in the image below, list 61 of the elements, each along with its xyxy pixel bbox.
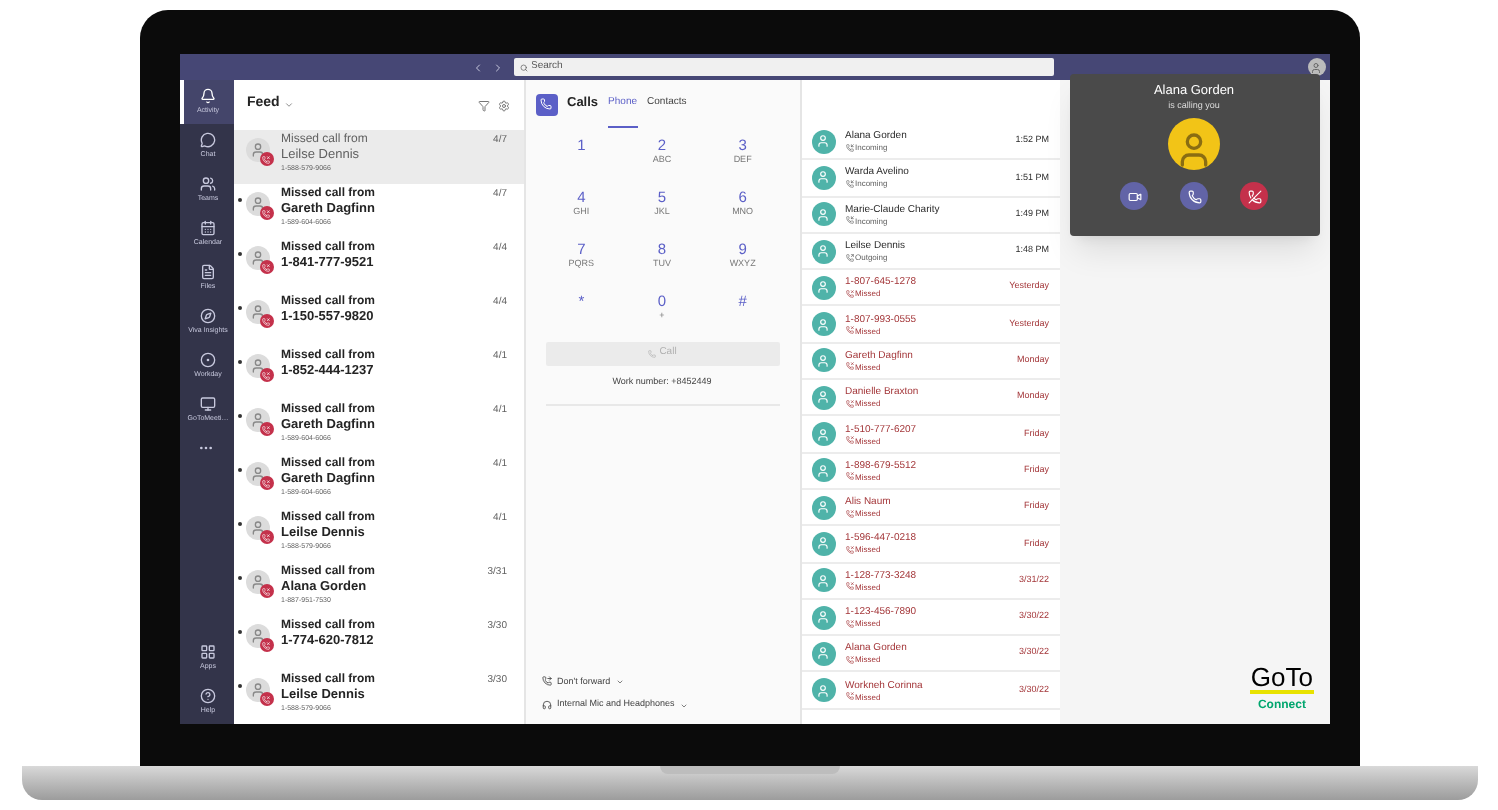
missed-call-icon bbox=[845, 509, 853, 518]
help-icon bbox=[200, 688, 216, 704]
grid-icon bbox=[200, 644, 216, 660]
missed-call-icon bbox=[845, 692, 853, 701]
person-icon bbox=[816, 244, 830, 259]
person-icon bbox=[1310, 61, 1322, 73]
person-icon bbox=[816, 536, 830, 551]
missed-call-icon bbox=[845, 655, 853, 664]
person-icon bbox=[816, 390, 830, 405]
missed-call-icon bbox=[845, 326, 853, 335]
chat-icon bbox=[200, 132, 216, 148]
bell-icon bbox=[200, 88, 216, 104]
back-icon[interactable] bbox=[471, 61, 483, 73]
person-icon bbox=[816, 610, 830, 624]
chevron-icon bbox=[283, 100, 294, 110]
filter-icon[interactable] bbox=[477, 99, 489, 111]
missed-call-icon bbox=[845, 545, 853, 554]
incoming-call-icon bbox=[845, 179, 853, 188]
circle-icon bbox=[200, 352, 216, 368]
headphones-icon bbox=[541, 700, 551, 711]
search-icon bbox=[519, 63, 527, 71]
phone-icon bbox=[540, 98, 552, 110]
person-icon bbox=[816, 134, 830, 149]
file-icon bbox=[200, 264, 216, 280]
missed-call-icon bbox=[845, 436, 853, 445]
logo-wordmark: GoTo bbox=[1250, 664, 1313, 694]
person-icon bbox=[816, 317, 830, 332]
missed-call-icon bbox=[845, 472, 853, 481]
monitor-icon bbox=[200, 396, 216, 412]
hang-up-icon bbox=[1247, 189, 1261, 203]
person-icon bbox=[816, 646, 830, 661]
missed-call-icon bbox=[845, 619, 853, 627]
person-icon bbox=[816, 207, 830, 222]
calendar-icon bbox=[200, 220, 216, 236]
person-icon bbox=[816, 573, 830, 588]
decline-button[interactable] bbox=[1240, 182, 1268, 210]
phone-icon bbox=[647, 350, 656, 358]
phone-icon bbox=[1187, 189, 1201, 203]
compass-icon bbox=[200, 308, 216, 324]
person-icon bbox=[816, 353, 830, 368]
person-icon bbox=[816, 170, 830, 185]
person-icon bbox=[816, 683, 830, 698]
video-icon bbox=[1127, 189, 1141, 203]
missed-call-icon bbox=[845, 289, 853, 298]
missed-call-icon bbox=[845, 399, 853, 408]
forward-icon[interactable] bbox=[491, 61, 503, 73]
call-forward-icon bbox=[541, 676, 551, 687]
person-icon bbox=[816, 463, 830, 478]
profile-avatar[interactable] bbox=[1307, 58, 1325, 76]
person-icon bbox=[816, 500, 830, 515]
outgoing-call-icon bbox=[845, 253, 853, 262]
missed-call-icon bbox=[845, 582, 853, 591]
video-answer-button[interactable] bbox=[1120, 182, 1148, 210]
audio-answer-button[interactable] bbox=[1180, 182, 1208, 210]
missed-call-icon bbox=[845, 362, 853, 371]
person-icon bbox=[816, 427, 830, 442]
people-icon bbox=[200, 176, 216, 192]
incoming-call-icon bbox=[845, 143, 853, 152]
incoming-call-icon bbox=[845, 216, 853, 225]
settings-icon[interactable] bbox=[497, 99, 509, 111]
person-icon bbox=[816, 280, 830, 295]
